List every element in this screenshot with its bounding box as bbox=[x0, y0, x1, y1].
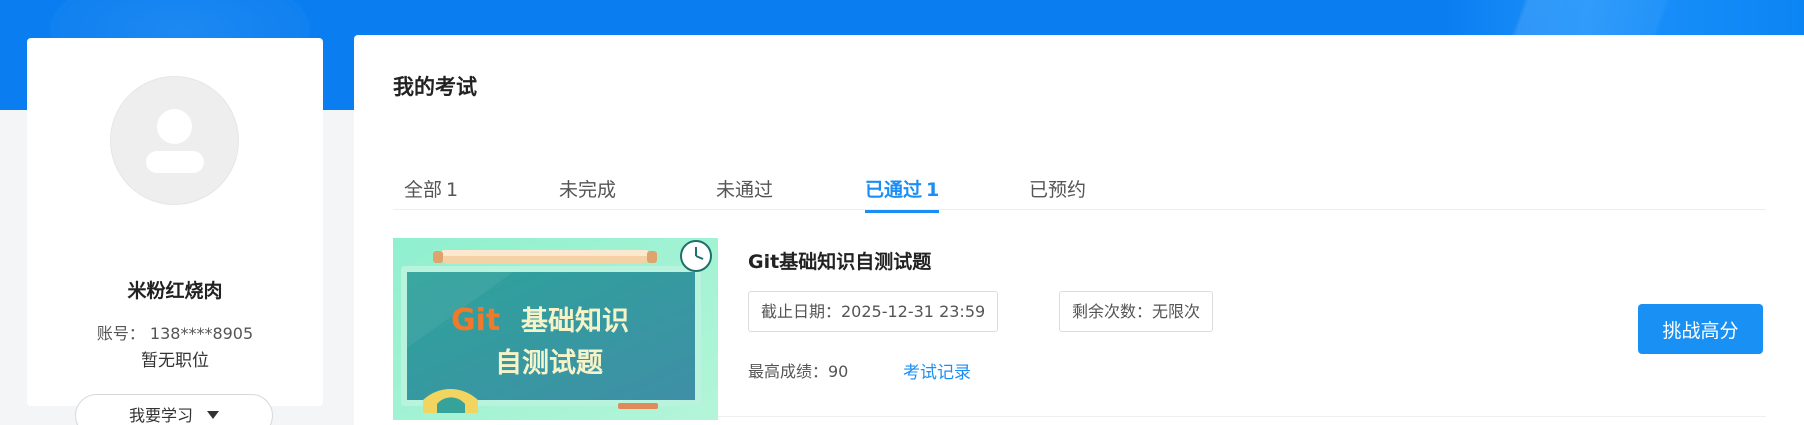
caret-down-icon bbox=[207, 410, 219, 419]
tab-label: 未完成 bbox=[559, 179, 617, 201]
deadline-tag: 截止日期：2025-12-31 23:59 bbox=[748, 291, 999, 332]
tab-label: 未通过 bbox=[716, 179, 774, 201]
thumbnail-title-line2: 自测试题 bbox=[495, 347, 603, 379]
my-exams-panel: 我的考试 全部 1 未完成 未通过 已通过 1 已预约 Git 基础知识 自测试… bbox=[354, 35, 1804, 425]
exam-tabs: 全部 1 未完成 未通过 已通过 1 已预约 bbox=[393, 133, 1766, 213]
tab-count: 1 bbox=[446, 179, 459, 201]
learn-dropdown-button[interactable]: 我要学习 bbox=[75, 394, 273, 425]
avatar[interactable] bbox=[110, 76, 239, 205]
exam-records-link[interactable]: 考试记录 bbox=[903, 358, 971, 383]
challenge-high-score-button[interactable]: 挑战高分 bbox=[1638, 304, 1763, 354]
user-account: 账号： 138****8905 bbox=[96, 324, 254, 343]
exam-thumbnail[interactable]: Git 基础知识 自测试题 bbox=[393, 238, 718, 420]
exam-list-item: Git 基础知识 自测试题 Git基础知识自测试题 截止日期：2025-12-3… bbox=[393, 203, 1766, 420]
profile-card: 米粉红烧肉 账号： 138****8905 暂无职位 我要学习 bbox=[27, 38, 323, 425]
avatar-head-icon bbox=[157, 109, 192, 144]
tab-count: 1 bbox=[926, 179, 940, 201]
tab-label: 已通过 bbox=[865, 179, 923, 201]
learn-button-label: 我要学习 bbox=[128, 406, 193, 425]
tab-label: 全部 bbox=[404, 179, 443, 201]
avatar-body-icon bbox=[146, 151, 204, 173]
thumbnail-title-line1: 基础知识 bbox=[521, 306, 629, 337]
user-position: 暂无职位 bbox=[141, 351, 209, 371]
best-score: 最高成绩：90 bbox=[748, 362, 849, 381]
user-name: 米粉红烧肉 bbox=[127, 280, 223, 302]
exam-title[interactable]: Git基础知识自测试题 bbox=[748, 247, 931, 274]
attempts-tag: 剩余次数：无限次 bbox=[1059, 291, 1214, 332]
thumbnail-brand-text: Git bbox=[451, 303, 500, 338]
tab-label: 已预约 bbox=[1029, 179, 1087, 201]
page-title: 我的考试 bbox=[393, 75, 477, 99]
